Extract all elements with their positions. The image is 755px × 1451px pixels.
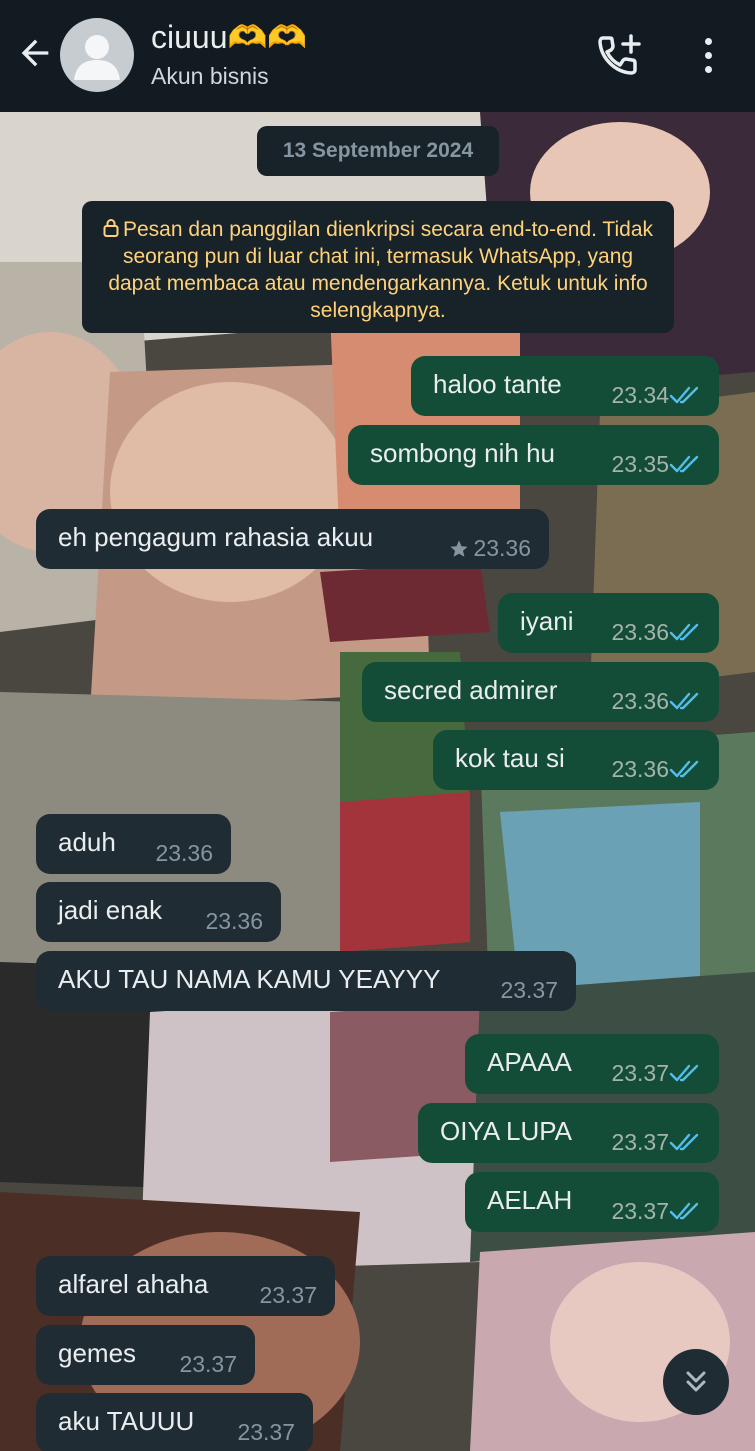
read-ticks-icon <box>669 1202 699 1220</box>
message-bubble-incoming[interactable]: gemes 23.37 <box>36 1325 255 1385</box>
message-bubble-incoming[interactable]: eh pengagum rahasia akuu 23.36 <box>36 509 549 569</box>
double-chevron-down-icon <box>686 1371 706 1392</box>
encryption-notice-text: Pesan dan panggilan dienkripsi secara en… <box>108 218 653 322</box>
message-time: 23.36 <box>611 688 669 714</box>
message-bubble-incoming[interactable]: jadi enak 23.36 <box>36 882 281 942</box>
message-time: 23.36 <box>205 908 263 934</box>
message-time: 23.37 <box>611 1198 669 1224</box>
add-call-icon <box>598 34 641 75</box>
arrow-back-icon <box>21 39 49 67</box>
message-bubble-incoming[interactable]: aduh 23.36 <box>36 814 231 874</box>
encryption-notice[interactable]: Pesan dan panggilan dienkripsi secara en… <box>82 201 674 333</box>
read-ticks-icon <box>669 386 699 404</box>
message-text: jadi enak <box>58 895 163 925</box>
message-time: 23.36 <box>611 756 669 782</box>
message-bubble-outgoing[interactable]: iyani 23.36 <box>498 593 719 653</box>
message-time: 23.37 <box>500 977 558 1003</box>
message-text: haloo tante <box>433 369 562 399</box>
message-time: 23.36 <box>611 619 669 645</box>
default-avatar-icon <box>74 35 120 80</box>
message-text: AKU TAU NAMA KAMU YEAYYY <box>58 964 441 994</box>
message-text: iyani <box>520 606 574 636</box>
message-time: 23.37 <box>611 1060 669 1086</box>
message-time: 23.37 <box>179 1351 237 1377</box>
message-bubble-incoming[interactable]: alfarel ahaha 23.37 <box>36 1256 335 1316</box>
message-text: OIYA LUPA <box>440 1116 572 1146</box>
message-text: kok tau si <box>455 743 565 773</box>
date-separator: 13 September 2024 <box>257 126 499 176</box>
back-button[interactable] <box>12 30 58 76</box>
message-bubble-outgoing[interactable]: secred admirer 23.36 <box>362 662 719 722</box>
read-ticks-icon <box>669 760 699 778</box>
message-text: alfarel ahaha <box>58 1269 209 1299</box>
message-bubble-outgoing[interactable]: AELAH 23.37 <box>465 1172 719 1232</box>
read-ticks-icon <box>669 692 699 710</box>
read-ticks-icon <box>669 623 699 641</box>
contact-name[interactable]: ciuuu🫶🫶 <box>151 18 307 56</box>
message-bubble-incoming[interactable]: aku TAUUU 23.37 <box>36 1393 313 1451</box>
add-call-button[interactable] <box>595 32 645 78</box>
message-text: aduh <box>58 827 116 857</box>
more-vert-icon <box>704 37 712 45</box>
message-bubble-incoming[interactable]: AKU TAU NAMA KAMU YEAYYY 23.37 <box>36 951 576 1011</box>
message-text: gemes <box>58 1338 137 1368</box>
message-bubble-outgoing[interactable]: sombong nih hu 23.35 <box>348 425 719 485</box>
message-time: 23.36 <box>155 840 213 866</box>
lock-icon <box>103 219 119 237</box>
message-bubble-outgoing[interactable]: OIYA LUPA 23.37 <box>418 1103 719 1163</box>
message-time: 23.37 <box>237 1419 295 1445</box>
message-time: 23.37 <box>611 1129 669 1155</box>
message-text: eh pengagum rahasia akuu <box>58 522 374 552</box>
message-text: aku TAUUU <box>58 1406 195 1436</box>
contact-subtitle[interactable]: Akun bisnis <box>151 63 269 90</box>
message-text: sombong nih hu <box>370 438 556 468</box>
message-time: 23.34 <box>611 382 669 408</box>
message-time: 23.37 <box>259 1282 317 1308</box>
star-icon <box>450 540 468 557</box>
scroll-to-bottom-button[interactable] <box>663 1349 729 1415</box>
more-options-button[interactable] <box>690 32 726 78</box>
avatar[interactable] <box>60 18 134 92</box>
read-ticks-icon <box>669 1133 699 1151</box>
read-ticks-icon <box>669 455 699 473</box>
message-text: AELAH <box>487 1185 573 1215</box>
message-bubble-outgoing[interactable]: kok tau si 23.36 <box>433 730 719 790</box>
message-text: APAAA <box>487 1047 572 1077</box>
chat-header: ciuuu🫶🫶 Akun bisnis <box>0 0 755 112</box>
message-time: 23.35 <box>611 451 669 477</box>
message-bubble-outgoing[interactable]: APAAA 23.37 <box>465 1034 719 1094</box>
message-time: 23.36 <box>473 535 531 561</box>
message-bubble-outgoing[interactable]: haloo tante 23.34 <box>411 356 719 416</box>
message-text: secred admirer <box>384 675 558 705</box>
read-ticks-icon <box>669 1064 699 1082</box>
message-list[interactable]: 13 September 2024 Pesan dan panggilan di… <box>0 112 755 1451</box>
